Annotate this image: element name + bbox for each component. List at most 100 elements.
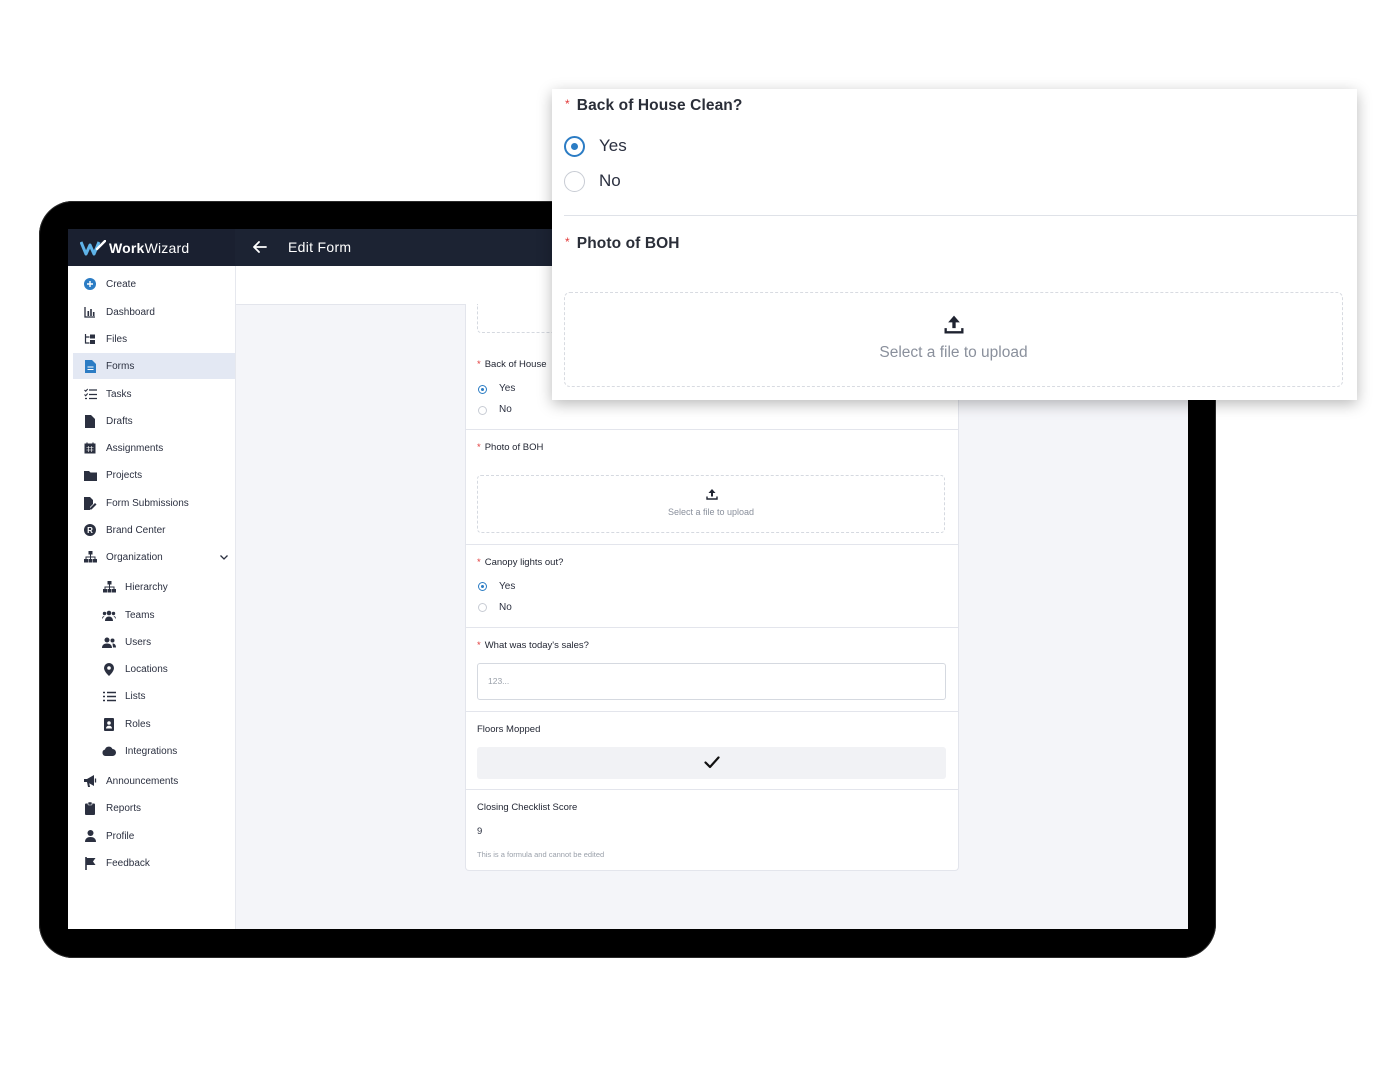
radio-label-no: No xyxy=(499,404,512,415)
zoom-upload-text: Select a file to upload xyxy=(879,344,1028,361)
sidebar-item-dashboard[interactable]: Dashboard xyxy=(73,299,235,325)
sidebar-item-label: Brand Center xyxy=(106,524,166,536)
brand-name: WorkWizard xyxy=(109,239,190,256)
zoom-radio-label-yes: Yes xyxy=(599,136,627,155)
sidebar-item-projects[interactable]: Projects xyxy=(73,462,235,488)
map-pin-icon xyxy=(102,662,116,676)
file-upload-dropzone[interactable]: Select a file to upload xyxy=(477,475,945,533)
sidebar-item-locations[interactable]: Locations xyxy=(73,656,235,682)
closing-score-value: 9 xyxy=(477,826,483,837)
back-arrow-icon[interactable] xyxy=(252,239,268,255)
sidebar-item-label: Integrations xyxy=(125,745,178,757)
zoom-radio-label-no: No xyxy=(599,171,621,190)
sales-input[interactable]: 123... xyxy=(477,663,946,700)
sidebar-item-lists[interactable]: Lists xyxy=(73,683,235,709)
sidebar-item-label: Drafts xyxy=(106,415,133,427)
question-floors-mopped: Floors Mopped xyxy=(477,724,541,735)
sidebar-item-label: Tasks xyxy=(106,388,132,400)
bar-chart-icon xyxy=(83,305,97,319)
sidebar-item-label: Teams xyxy=(125,609,155,621)
sidebar: Create Dashboard Files Forms Tasks Draft… xyxy=(68,266,236,929)
sidebar-item-users[interactable]: Users xyxy=(73,629,235,655)
zoom-radio-yes[interactable] xyxy=(564,136,585,157)
clipboard-icon xyxy=(83,801,97,815)
zoom-divider xyxy=(564,215,1357,216)
form-file-icon xyxy=(83,359,97,373)
radio-label-yes: Yes xyxy=(499,383,516,394)
question-back-of-house: * Back of House xyxy=(477,359,547,370)
sidebar-item-forms[interactable]: Forms xyxy=(73,353,235,379)
sidebar-item-label: Feedback xyxy=(106,857,150,869)
folder-tree-icon xyxy=(83,332,97,346)
sidebar-item-integrations[interactable]: Integrations xyxy=(73,738,235,764)
sidebar-item-label: Hierarchy xyxy=(125,581,168,593)
sidebar-item-files[interactable]: Files xyxy=(73,326,235,352)
sidebar-item-profile[interactable]: Profile xyxy=(73,823,235,849)
divider xyxy=(466,789,958,790)
plus-circle-icon xyxy=(83,277,97,291)
file-icon xyxy=(83,414,97,428)
question-closing-score: Closing Checklist Score xyxy=(477,802,578,813)
sidebar-item-label: Assignments xyxy=(106,442,164,454)
folder-icon xyxy=(83,468,97,482)
sidebar-item-tasks[interactable]: Tasks xyxy=(73,381,235,407)
flag-icon xyxy=(83,856,97,870)
sidebar-item-assignments[interactable]: Assignments xyxy=(73,435,235,461)
sidebar-item-label: Files xyxy=(106,333,128,345)
users-icon xyxy=(102,608,116,622)
sidebar-item-organization[interactable]: Organization xyxy=(73,544,235,570)
checkmark-icon xyxy=(704,756,720,769)
sidebar-item-brand-center[interactable]: R Brand Center xyxy=(73,517,235,543)
user-friends-icon xyxy=(102,635,116,649)
sidebar-item-label: Organization xyxy=(106,551,163,563)
upload-text: Select a file to upload xyxy=(667,507,755,517)
divider xyxy=(466,544,958,545)
zoom-question-back-of-house: * Back of House Clean? xyxy=(565,97,743,114)
sidebar-item-announcements[interactable]: Announcements xyxy=(73,768,235,794)
zoom-question-photo-of-boh: * Photo of BOH xyxy=(565,235,680,252)
megaphone-icon xyxy=(83,774,97,788)
sidebar-item-label: Users xyxy=(125,636,152,648)
zoom-radio-no[interactable] xyxy=(564,171,585,192)
sidebar-item-reports[interactable]: Reports xyxy=(73,795,235,821)
user-icon xyxy=(83,829,97,843)
sidebar-item-form-submissions[interactable]: Form Submissions xyxy=(73,490,235,516)
radio-canopy-yes[interactable] xyxy=(478,582,487,591)
sidebar-item-label: Reports xyxy=(106,802,142,814)
sidebar-item-label: Form Submissions xyxy=(106,497,189,509)
list-icon xyxy=(102,689,116,703)
chevron-down-icon[interactable] xyxy=(219,552,229,562)
floors-mopped-toggle[interactable] xyxy=(477,747,946,779)
sitemap-icon xyxy=(102,580,116,594)
divider xyxy=(466,429,958,430)
sidebar-item-roles[interactable]: Roles xyxy=(73,711,235,737)
radio-back-of-house-no[interactable] xyxy=(478,406,487,415)
sidebar-item-hierarchy[interactable]: Hierarchy xyxy=(73,574,235,600)
svg-text:R: R xyxy=(87,526,93,535)
sidebar-item-teams[interactable]: Teams xyxy=(73,602,235,628)
sidebar-item-label: Locations xyxy=(125,663,168,675)
brand: WorkWizard xyxy=(68,229,235,266)
sidebar-item-label: Profile xyxy=(106,830,135,842)
sidebar-item-label: Projects xyxy=(106,469,143,481)
zoom-file-upload-dropzone[interactable]: Select a file to upload xyxy=(564,292,1343,387)
sidebar-item-label: Forms xyxy=(106,360,135,372)
question-todays-sales: * What was today's sales? xyxy=(477,640,589,651)
sidebar-item-label: Roles xyxy=(125,718,151,730)
sidebar-item-label: Lists xyxy=(125,690,146,702)
sidebar-item-drafts[interactable]: Drafts xyxy=(73,408,235,434)
sidebar-item-create[interactable]: Create xyxy=(73,271,235,297)
zoomed-form-panel: * Back of House Clean? Yes No * Photo of B… xyxy=(552,89,1357,400)
sidebar-item-feedback[interactable]: Feedback xyxy=(73,850,235,876)
calendar-icon xyxy=(83,441,97,455)
radio-back-of-house-yes[interactable] xyxy=(478,385,487,394)
divider xyxy=(466,711,958,712)
task-list-icon xyxy=(83,387,97,401)
divider xyxy=(466,627,958,628)
upload-icon xyxy=(944,315,964,334)
id-badge-icon xyxy=(102,717,116,731)
radio-canopy-no[interactable] xyxy=(478,603,487,612)
upload-icon xyxy=(706,489,718,500)
workwizard-logo-icon xyxy=(80,239,106,255)
sidebar-item-label: Dashboard xyxy=(106,306,155,318)
